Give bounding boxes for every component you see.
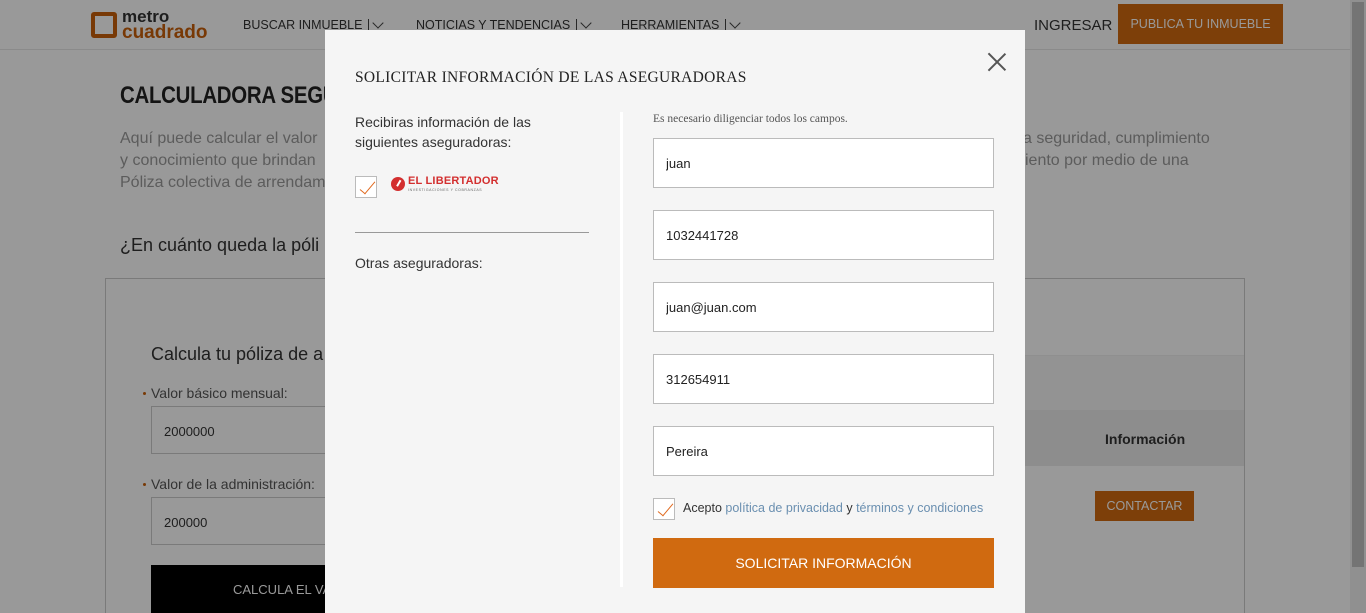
libertador-mark-icon	[391, 177, 405, 191]
modal-title: SOLICITAR INFORMACIÓN DE LAS ASEGURADORA…	[355, 69, 747, 86]
required-fields-note: Es necesario diligenciar todos los campo…	[653, 113, 848, 125]
el-libertador-logo: EL LIBERTADOR INVESTIGACIONES Y COBRANZA…	[391, 174, 501, 196]
privacy-policy-link[interactable]: política de privacidad	[725, 501, 842, 515]
accept-terms-text: Acepto política de privacidad y términos…	[683, 501, 983, 515]
insurers-intro-text: Recibiras información de las siguientes …	[355, 114, 531, 150]
terms-link[interactable]: términos y condiciones	[856, 501, 983, 515]
column-divider	[620, 112, 623, 587]
other-insurers-label: Otras aseguradoras:	[355, 255, 483, 271]
email-input[interactable]	[653, 282, 994, 332]
close-icon[interactable]	[985, 50, 1009, 74]
accept-prefix: Acepto	[683, 501, 722, 515]
section-divider	[355, 232, 589, 233]
accept-terms-checkbox[interactable]	[653, 498, 675, 520]
request-info-modal: SOLICITAR INFORMACIÓN DE LAS ASEGURADORA…	[325, 30, 1025, 613]
request-info-button[interactable]: SOLICITAR INFORMACIÓN	[653, 538, 994, 588]
and-word: y	[846, 501, 853, 515]
name-input[interactable]	[653, 138, 994, 188]
id-number-input[interactable]	[653, 210, 994, 260]
insurer-tagline: INVESTIGACIONES Y COBRANZAS	[408, 188, 483, 192]
insurer-checkbox[interactable]	[355, 176, 377, 198]
phone-input[interactable]	[653, 354, 994, 404]
city-input[interactable]	[653, 426, 994, 476]
insurer-name: EL LIBERTADOR	[408, 175, 499, 187]
